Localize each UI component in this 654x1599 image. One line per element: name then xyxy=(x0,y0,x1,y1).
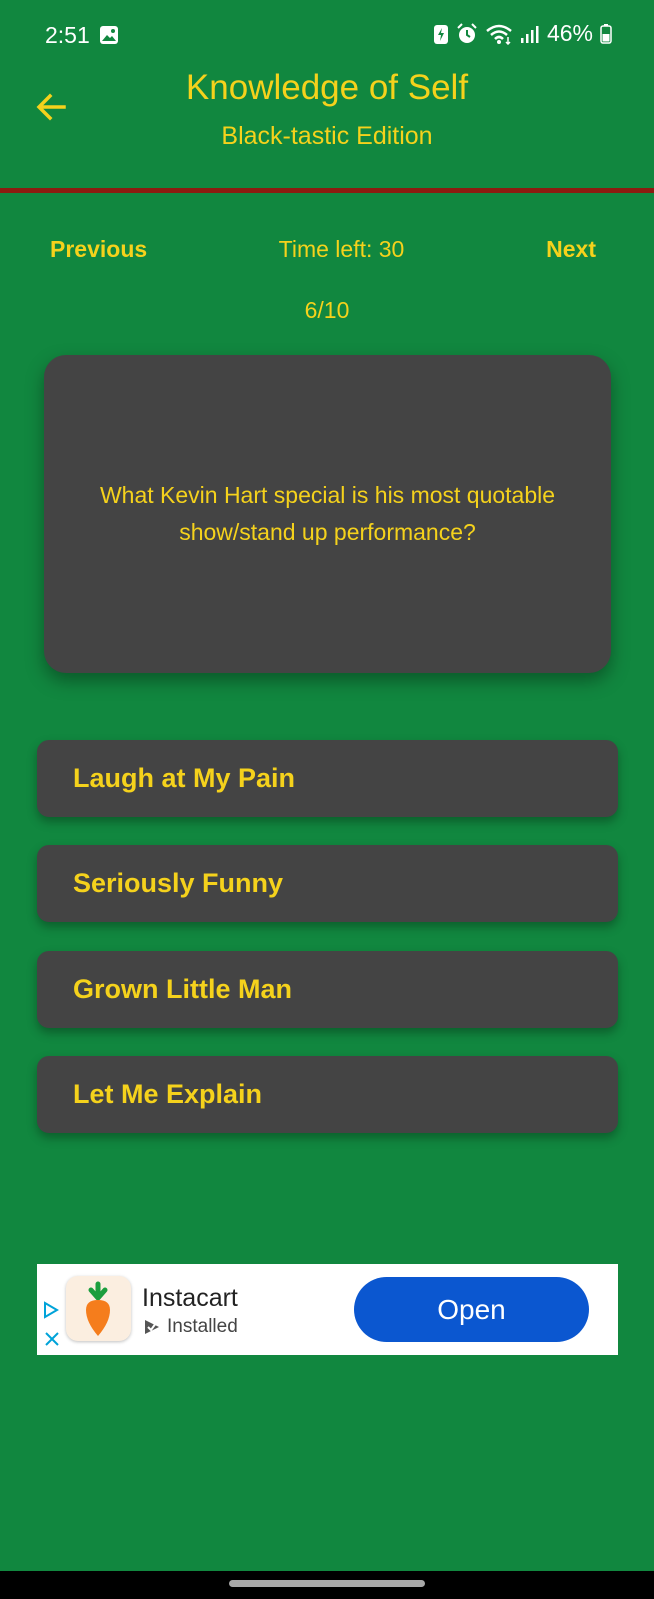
page-title: Knowledge of Self xyxy=(185,68,469,107)
answer-label: Grown Little Man xyxy=(73,974,292,1004)
battery-icon xyxy=(600,23,612,44)
question-text: What Kevin Hart special is his most quot… xyxy=(99,482,556,545)
answer-label: Let Me Explain xyxy=(73,1079,263,1109)
status-time: 2:51 xyxy=(45,22,90,48)
next-button[interactable]: Next xyxy=(546,236,596,263)
answer-label: Laugh at My Pain xyxy=(73,763,296,793)
play-installed-icon xyxy=(145,1320,159,1334)
answer-option-3[interactable]: Grown Little Man xyxy=(37,951,618,1028)
close-icon[interactable] xyxy=(43,1330,61,1348)
answer-option-4[interactable]: Let Me Explain xyxy=(37,1056,618,1133)
question-card: What Kevin Hart special is his most quot… xyxy=(44,355,611,673)
system-nav-bar xyxy=(0,1571,654,1599)
ad-app-name: Instacart xyxy=(142,1284,238,1312)
ad-banner[interactable]: Instacart Installed Open xyxy=(37,1264,618,1355)
alarm-icon xyxy=(457,22,477,43)
app-bar: Knowledge of Self Black-tastic Edition xyxy=(0,60,654,190)
battery-saver-icon xyxy=(433,24,448,44)
ad-install-status: Installed xyxy=(167,1316,238,1337)
wifi-icon xyxy=(486,24,512,45)
home-gesture-handle[interactable] xyxy=(229,1580,425,1587)
question-progress: 6/10 xyxy=(304,297,350,323)
gallery-icon xyxy=(100,26,118,44)
adchoices-icon[interactable] xyxy=(41,1300,61,1320)
battery-percent: 46% xyxy=(546,20,593,46)
ad-open-label: Open xyxy=(437,1293,506,1325)
answer-option-2[interactable]: Seriously Funny xyxy=(37,845,618,922)
status-icons: 46% xyxy=(433,20,612,47)
page-subtitle: Black-tastic Edition xyxy=(221,122,433,150)
app-icon xyxy=(66,1276,131,1341)
signal-icon xyxy=(520,25,539,43)
ad-open-button[interactable]: Open xyxy=(354,1277,589,1342)
header-divider xyxy=(0,188,654,193)
quiz-nav-row: Previous Time left: 30 Next xyxy=(0,232,654,272)
answer-label: Seriously Funny xyxy=(73,868,284,898)
carrot-logo-icon xyxy=(86,1281,110,1336)
answer-option-1[interactable]: Laugh at My Pain xyxy=(37,740,618,817)
